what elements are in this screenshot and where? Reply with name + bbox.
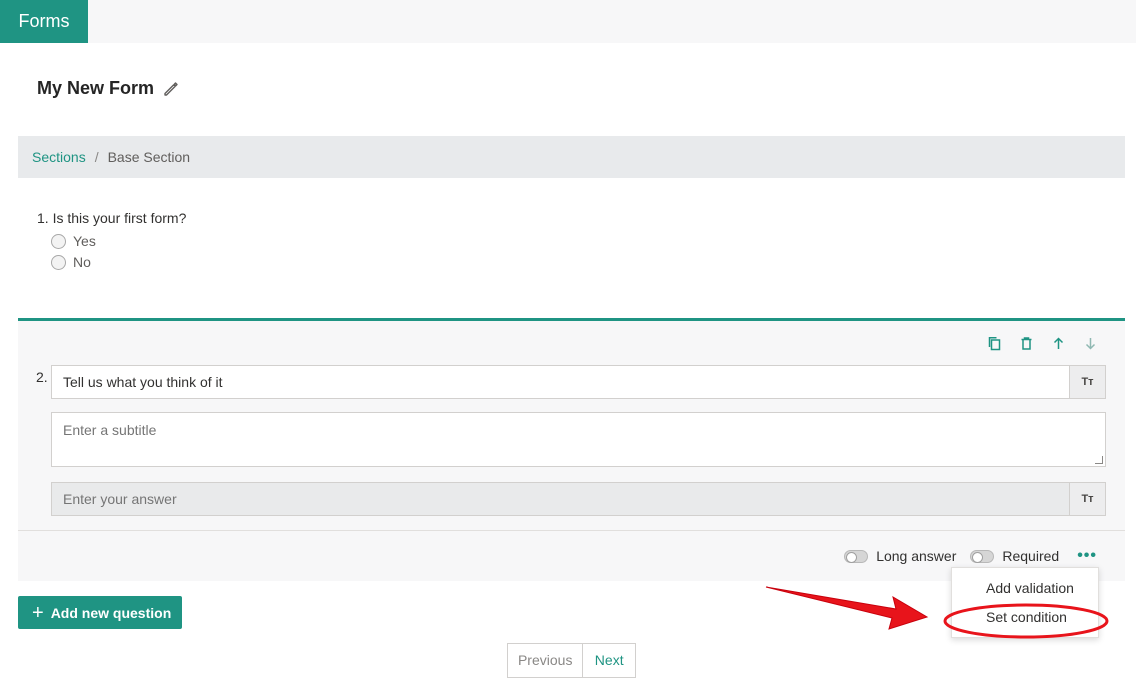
menu-item-add-validation[interactable]: Add validation (952, 574, 1098, 603)
question-footer: Long answer Required ••• (844, 547, 1097, 565)
more-options-button[interactable]: ••• (1077, 547, 1097, 565)
text-format-button[interactable]: Tт (1069, 366, 1105, 398)
question-2-number: 2. (36, 369, 48, 385)
copy-icon[interactable] (986, 335, 1003, 352)
trash-icon[interactable] (1018, 335, 1035, 352)
breadcrumb: Sections / Base Section (18, 136, 1125, 178)
pencil-icon[interactable] (162, 80, 180, 98)
add-new-question-button[interactable]: + Add new question (18, 596, 182, 629)
option-yes[interactable]: Yes (51, 233, 186, 249)
option-no[interactable]: No (51, 254, 186, 270)
top-bar: Forms (0, 0, 1136, 43)
text-format-button[interactable]: Tт (1069, 483, 1105, 515)
subtitle-input[interactable] (52, 413, 1105, 466)
form-title: My New Form (37, 78, 180, 99)
question-1: 1. Is this your first form? Yes No (37, 210, 187, 270)
answer-input (52, 483, 1070, 515)
next-button[interactable]: Next (583, 644, 635, 677)
option-label: No (73, 254, 91, 270)
radio-button[interactable] (51, 233, 66, 249)
required-toggle[interactable] (970, 549, 995, 563)
breadcrumb-separator: / (94, 149, 99, 165)
app-brand[interactable]: Forms (0, 0, 88, 43)
resize-handle[interactable] (1095, 456, 1103, 464)
breadcrumb-sections-link[interactable]: Sections (32, 149, 86, 165)
long-answer-toggle[interactable] (844, 549, 869, 563)
answer-field: Tт (51, 482, 1106, 516)
subtitle-field[interactable] (51, 412, 1106, 467)
question-toolbar (986, 335, 1099, 352)
question-2-editor: 2. Tт Tт Long answer Required ••• (18, 318, 1125, 581)
question-title-input[interactable] (52, 366, 1070, 398)
menu-item-set-condition[interactable]: Set condition (952, 603, 1098, 632)
pagination: Previous Next (507, 643, 636, 678)
arrow-up-icon[interactable] (1050, 335, 1067, 352)
option-label: Yes (73, 233, 96, 249)
annotation-arrow (765, 586, 929, 630)
card-divider (18, 530, 1125, 531)
required-label: Required (1002, 548, 1060, 564)
plus-icon: + (32, 601, 44, 624)
form-title-text: My New Form (37, 78, 155, 98)
arrow-down-icon[interactable] (1082, 335, 1099, 352)
question-title-field[interactable]: Tт (51, 365, 1106, 399)
question-1-title: 1. Is this your first form? (37, 210, 187, 226)
more-options-menu: Add validation Set condition (951, 567, 1099, 638)
radio-button[interactable] (51, 254, 66, 270)
long-answer-label: Long answer (876, 548, 957, 564)
breadcrumb-current: Base Section (107, 149, 191, 165)
add-new-question-label: Add new question (50, 604, 172, 621)
previous-button[interactable]: Previous (508, 644, 584, 677)
